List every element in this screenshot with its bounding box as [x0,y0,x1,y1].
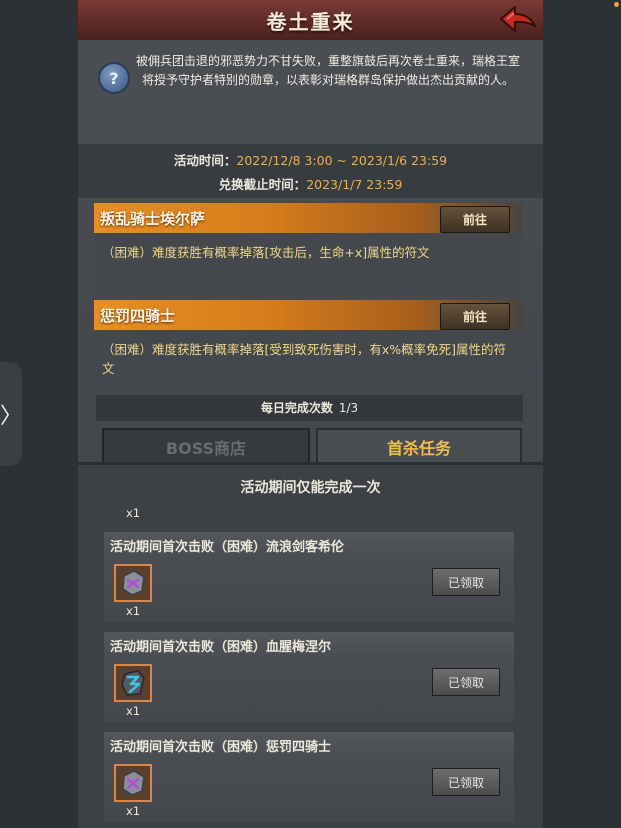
activity-time-value: 2022/12/8 3:00 ~ 2023/1/6 23:59 [236,153,448,168]
first-kill-section: 活动期间仅能完成一次 x1 活动期间首次击败（困难）流浪剑客希伦 x1 已领取 … [78,465,543,828]
purple-rune-icon [122,570,145,596]
task-title: 活动期间首次击败（困难）流浪剑客希伦 [110,540,345,555]
intro-text: 被佣兵团击退的邪恶势力不甘失败，重整旗鼓后再次卷土重来，瑞格王室将授予守护者特别… [135,54,520,87]
question-icon[interactable]: ? [98,62,130,94]
exchange-deadline-row: 兑换截止时间：2023/1/7 23:59 [78,174,543,193]
activity-time-label: 活动时间： [173,153,237,168]
side-expand-handle[interactable]: 〉 [0,362,22,466]
purple-rune-icon [122,770,145,796]
exchange-deadline-value: 2023/1/7 23:59 [306,177,403,192]
go-button[interactable]: 前往 [440,303,510,330]
intro-section: ? 被佣兵团击退的邪恶势力不甘失败，重整旗鼓后再次卷土重来，瑞格王室将授予守护者… [78,40,543,144]
task-title: 活动期间首次击败（困难）血腥梅涅尔 [110,640,332,655]
reward-quantity: x1 [126,704,141,718]
boss-card: 叛乱骑士埃尔萨 前往 （困难）难度获胜有概率掉落[攻击后，生命+x]属性的符文 [94,203,522,291]
tab-bar: BOSS商店 首杀任务 [100,428,522,464]
page-title: 卷土重来 [266,10,355,34]
tab-boss-shop[interactable]: BOSS商店 [102,428,310,464]
event-panel: 卷土重来 ? 被佣兵团击退的邪恶势力不甘失败，重整旗鼓后再次卷土重来，瑞格王室将… [78,0,543,828]
back-button[interactable] [499,3,537,35]
task-item: 活动期间首次击败（困难）流浪剑客希伦 x1 已领取 [104,532,514,622]
boss-description: （困难）难度获胜有概率掉落[受到致死伤害时，有x%概率免死]属性的符文 [102,342,507,376]
reward-slot[interactable] [114,564,152,602]
tab-first-kill-tasks[interactable]: 首杀任务 [316,428,522,464]
reward-slot[interactable] [114,664,152,702]
boss-card-header: 惩罚四骑士 前往 [94,300,522,330]
reward-quantity: x1 [126,804,141,818]
reward-slot[interactable] [114,764,152,802]
back-arrow-icon [500,6,536,32]
claimed-button[interactable]: 已领取 [432,668,500,696]
notification-dot [614,2,619,7]
claimed-button[interactable]: 已领取 [432,768,500,796]
daily-completion: 每日完成次数 1/3 [96,395,523,421]
claimed-button[interactable]: 已领取 [432,568,500,596]
task-item: 活动期间首次击败（困难）血腥梅涅尔 x1 已领取 [104,632,514,722]
right-margin [543,0,621,828]
reward-quantity: x1 [126,604,141,618]
chevron-right-icon: 〉 [0,404,23,429]
title-bar: 卷土重来 [78,0,543,42]
time-info: 活动时间：2022/12/8 3:00 ~ 2023/1/6 23:59 兑换截… [78,144,543,198]
boss-card-header: 叛乱骑士埃尔萨 前往 [94,203,522,233]
exchange-deadline-label: 兑换截止时间： [218,177,307,192]
go-button[interactable]: 前往 [440,206,510,233]
daily-completion-value: 1/3 [338,401,359,415]
task-title: 活动期间首次击败（困难）惩罚四骑士 [110,740,332,755]
boss-description: （困难）难度获胜有概率掉落[攻击后，生命+x]属性的符文 [102,245,430,260]
section-title: 活动期间仅能完成一次 [240,480,381,496]
boss-name: 叛乱骑士埃尔萨 [100,210,206,228]
cyan-rune-icon [121,670,145,696]
task-item: 活动期间首次击败（困难）惩罚四骑士 x1 已领取 [104,732,514,822]
left-margin: 〉 [0,0,78,828]
reward-quantity: x1 [126,506,141,520]
boss-card: 惩罚四骑士 前往 （困难）难度获胜有概率掉落[受到致死伤害时，有x%概率免死]属… [94,300,522,388]
boss-name: 惩罚四骑士 [100,307,176,325]
daily-completion-label: 每日完成次数 [260,401,333,415]
activity-time-row: 活动时间：2022/12/8 3:00 ~ 2023/1/6 23:59 [78,150,543,169]
